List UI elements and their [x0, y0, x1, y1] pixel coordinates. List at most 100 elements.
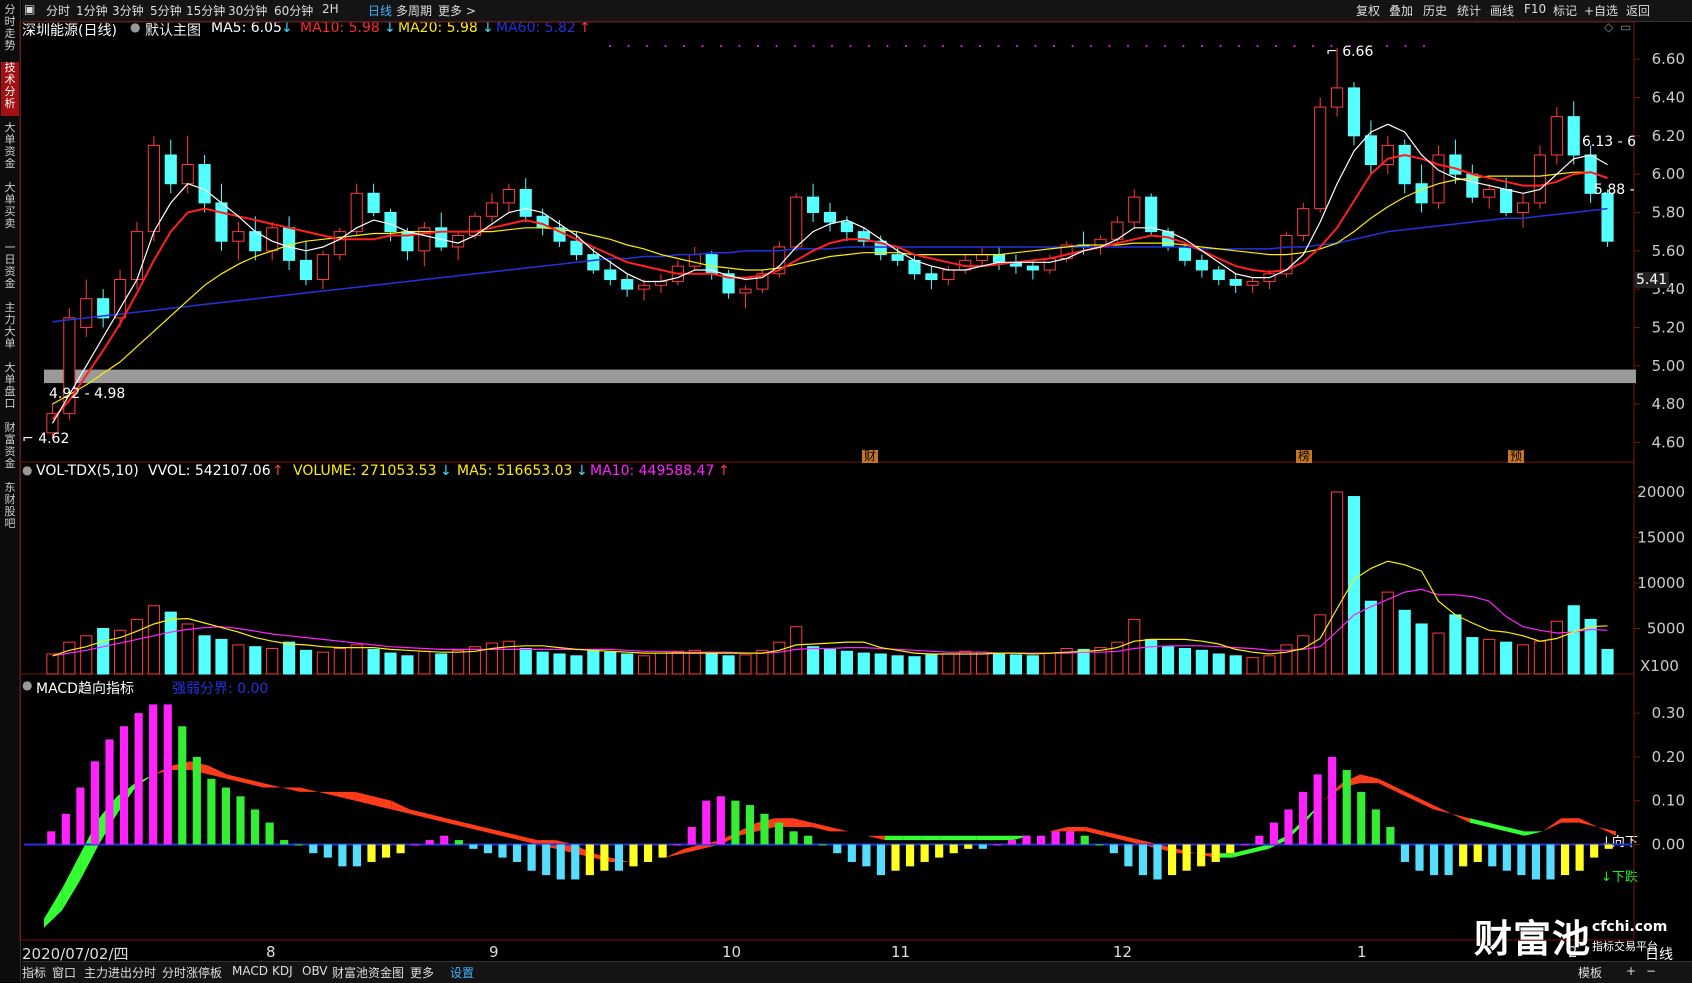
- macd-axis-label-2: 0.20: [1652, 748, 1685, 766]
- macd-ribbon-43: [830, 826, 849, 832]
- candle-body-47: [840, 221, 853, 233]
- candle-body-71: [1246, 280, 1259, 286]
- macd-bar-94: [1415, 844, 1424, 871]
- macd-bar-43: [673, 844, 682, 846]
- signal-dot-29: [1145, 45, 1148, 47]
- candle-body-5: [130, 231, 144, 281]
- macd-bar-9: [178, 726, 187, 845]
- macd-ribbon-25: [500, 831, 520, 841]
- macd-bar-55: [847, 844, 856, 862]
- chart-canvas[interactable]: 4.604.805.005.205.405.605.806.006.206.40…: [0, 0, 1692, 982]
- signal-dot-21: [997, 45, 1000, 47]
- macd-bar-61: [935, 844, 944, 858]
- macd-bar-32: [512, 844, 522, 862]
- bottom-tab-2[interactable]: 主力进出分时: [84, 964, 156, 981]
- macd-bar-88: [1328, 756, 1337, 845]
- candle-body-51: [908, 259, 921, 275]
- bottom-right-0[interactable]: 模板: [1578, 964, 1602, 981]
- bottom-tab-3[interactable]: 分时涨停板: [162, 964, 222, 981]
- bottom-tab-6[interactable]: OBV: [302, 964, 328, 978]
- volume-bar-4: [113, 629, 127, 675]
- signal-dot-26: [1090, 45, 1092, 47]
- candle-body-34: [621, 279, 634, 290]
- volume-bar-7: [164, 611, 177, 675]
- macd-ribbon-74: [1396, 787, 1415, 801]
- volume-bar-21: [401, 655, 414, 675]
- macd-bar-16: [280, 840, 289, 845]
- macd-bar-24: [396, 844, 405, 854]
- volume-bar-46: [823, 648, 837, 675]
- volume-bar-19: [367, 648, 380, 675]
- bottom-tab-0[interactable]: 指标: [22, 964, 46, 981]
- price-axis-label-9: 6.40: [1652, 88, 1685, 106]
- volume-bar-15: [299, 649, 313, 675]
- volume-bar-8: [181, 623, 194, 675]
- price-axis-label-10: 6.60: [1652, 50, 1685, 68]
- macd-ribbon-65: [1232, 848, 1251, 858]
- macd-panel-frame: [19, 673, 1635, 941]
- macd-ribbon-21: [427, 813, 447, 823]
- volume-bar-70: [1229, 655, 1242, 675]
- bottom-tab-7[interactable]: 财富池资金图: [332, 964, 404, 981]
- signal-dot-14: [868, 45, 870, 47]
- candle-body-52: [925, 273, 938, 281]
- volume-bar-59: [1043, 652, 1056, 675]
- macd-bar-31: [498, 844, 507, 858]
- volume-bar-3: [97, 628, 110, 675]
- volume-bar-22: [418, 650, 431, 675]
- volume-bar-37: [671, 650, 684, 675]
- candle-body-86: [1500, 188, 1513, 213]
- volume-bar-29: [536, 651, 549, 675]
- price-axis-label-7: 6.00: [1652, 165, 1685, 183]
- signal-dot-25: [1071, 45, 1074, 47]
- macd-ribbon-54: [1031, 831, 1050, 836]
- macd-bar-91: [1371, 809, 1380, 845]
- event-tag-forecast[interactable]: 预: [1508, 450, 1525, 463]
- bottom-tab-1[interactable]: 窗口: [52, 964, 76, 981]
- support-band: [44, 369, 1636, 384]
- macd-bar-48: [745, 805, 755, 845]
- bottom-tab-9[interactable]: 设置: [450, 964, 474, 981]
- signal-dot-33: [1219, 45, 1222, 47]
- macd-bar-38: [600, 844, 609, 871]
- signal-dot-11: [812, 45, 815, 47]
- candle-body-56: [992, 254, 1006, 263]
- macd-bar-57: [876, 844, 886, 876]
- volume-bar-9: [198, 635, 211, 675]
- macd-bar-103: [1546, 844, 1555, 880]
- macd-bar-100: [1502, 844, 1511, 871]
- macd-bar-34: [542, 844, 551, 876]
- candle-body-38: [688, 254, 701, 267]
- macd-bar-67: [1022, 835, 1031, 845]
- macd-bar-20: [338, 844, 347, 867]
- volume-bar-87: [1516, 644, 1530, 675]
- candle-body-8: [181, 164, 194, 185]
- candle-body-7: [164, 154, 177, 185]
- bottom-tab-4[interactable]: MACD: [232, 964, 268, 978]
- candle-body-88: [1533, 154, 1547, 204]
- event-tag-finance[interactable]: 财: [862, 450, 879, 463]
- macd-ribbon-77: [1451, 813, 1470, 823]
- candle-body-58: [1026, 265, 1039, 271]
- volume-bar-43: [773, 641, 786, 675]
- macd-ribbon-83: [1561, 818, 1580, 823]
- macd-bar-35: [556, 844, 565, 880]
- bottom-right-1[interactable]: +: [1626, 964, 1636, 978]
- candle-body-44: [790, 196, 803, 248]
- macd-bar-97: [1459, 844, 1468, 867]
- event-tag-rank[interactable]: 榜: [1296, 450, 1313, 463]
- bottom-tab-8[interactable]: 更多: [410, 964, 434, 981]
- macd-axis-label-1: 0.10: [1652, 792, 1685, 810]
- candle-body-81: [1415, 183, 1428, 204]
- volume-bar-84: [1466, 637, 1479, 675]
- macd-bar-5: [119, 726, 129, 845]
- signal-dot-13: [849, 45, 852, 47]
- macd-ribbon-12: [263, 783, 282, 788]
- bottom-tabbar: 指标 窗口 主力进出分时 分时涨停板 MACD KDJ OBV 财富池资金图 更多 设置 模板 + −: [22, 961, 1692, 983]
- bottom-tab-5[interactable]: KDJ: [272, 964, 293, 978]
- bottom-right-2[interactable]: −: [1646, 964, 1656, 978]
- volume-bar-39: [705, 653, 718, 675]
- candle-body-65: [1145, 196, 1158, 233]
- volume-bar-28: [519, 648, 532, 675]
- volume-bar-82: [1432, 632, 1445, 675]
